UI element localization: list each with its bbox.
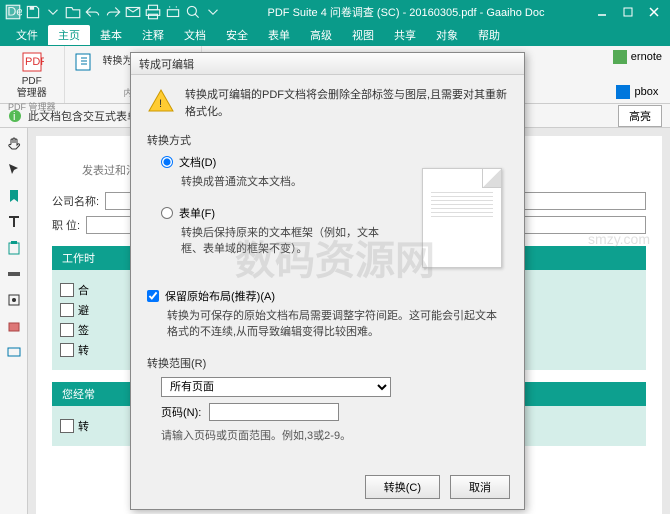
app-icon[interactable]: De	[4, 3, 22, 21]
svg-text:!: !	[159, 98, 162, 110]
minimize-button[interactable]	[590, 2, 614, 22]
convert-dialog: 转成可编辑 ! 转换成可编辑的PDF文档将会删除全部标签与图层,且需要对其重新格…	[130, 52, 525, 510]
search-icon[interactable]	[184, 3, 202, 21]
dialog-body: ! 转换成可编辑的PDF文档将会删除全部标签与图层,且需要对其重新格式化。 转换…	[131, 75, 524, 451]
menu-form[interactable]: 表单	[258, 25, 300, 45]
document-thumbnail	[422, 168, 502, 268]
menu-annotate[interactable]: 注释	[132, 25, 174, 45]
undo-icon[interactable]	[84, 3, 102, 21]
cancel-button[interactable]: 取消	[450, 475, 510, 499]
keep-layout-label: 保留原始布局(推荐)(A)	[165, 288, 275, 304]
pdf-manager-icon: PDF	[20, 50, 44, 74]
evernote-item[interactable]: ernote	[613, 50, 662, 64]
cb-label: 合	[78, 282, 89, 298]
menu-basic[interactable]: 基本	[90, 25, 132, 45]
warning-icon: !	[147, 87, 175, 115]
link-tool[interactable]	[4, 342, 24, 362]
svg-text:PDF: PDF	[25, 56, 44, 68]
sidebar-tools	[0, 128, 28, 514]
stamp-tool[interactable]	[4, 290, 24, 310]
convert-button[interactable]: 转换(C)	[365, 475, 440, 499]
page-number-label: 页码(N):	[161, 404, 201, 420]
redo-icon[interactable]	[104, 3, 122, 21]
hand-tool[interactable]	[4, 134, 24, 154]
keep-layout-desc: 转换为可保存的原始文档布局需要调整字符间距。这可能会引起文本格式的不连续,从而导…	[167, 308, 507, 341]
mail-icon[interactable]	[124, 3, 142, 21]
titlebar: De PDF Suite 4 问卷调查 (SC) - 20160305.pdf …	[0, 0, 670, 24]
bookmark-tool[interactable]	[4, 186, 24, 206]
checkbox[interactable]	[60, 419, 74, 433]
convert-icon	[73, 50, 97, 74]
checkbox[interactable]	[60, 303, 74, 317]
menu-object[interactable]: 对象	[426, 25, 468, 45]
highlight-tool[interactable]	[4, 264, 24, 284]
window-title: PDF Suite 4 问卷调查 (SC) - 20160305.pdf - G…	[222, 4, 590, 20]
range-select[interactable]: 所有页面	[161, 377, 391, 397]
svg-text:i: i	[13, 111, 15, 123]
checkbox[interactable]	[60, 323, 74, 337]
menu-document[interactable]: 文档	[174, 25, 216, 45]
close-button[interactable]	[642, 2, 666, 22]
radio-form-desc: 转换后保持原来的文本框架（例如，文本框、表单域的框架不变）。	[181, 225, 391, 258]
method-label: 转换方式	[147, 132, 508, 148]
dropbox-icon	[616, 85, 630, 99]
radio-document-desc: 转换成普通流文本文档。	[181, 174, 391, 191]
ribbon-group-right: ernote pbox	[605, 46, 670, 103]
position-label: 职 位:	[52, 217, 80, 233]
checkbox[interactable]	[60, 343, 74, 357]
pdf-manager-label: PDF 管理器	[17, 76, 47, 100]
cb-label: 转	[78, 342, 89, 358]
menu-view[interactable]: 视图	[342, 25, 384, 45]
info-icon: i	[8, 109, 22, 123]
menu-advanced[interactable]: 高级	[300, 25, 342, 45]
ribbon-group-manager: PDF PDF 管理器 PDF 管理器	[0, 46, 65, 103]
dropbox-item[interactable]: pbox	[616, 85, 658, 99]
cb-label: 转	[78, 418, 89, 434]
range-label: 转换范围(R)	[147, 355, 508, 371]
keep-layout-checkbox[interactable]	[147, 290, 159, 302]
text-tool[interactable]	[4, 212, 24, 232]
maximize-button[interactable]	[616, 2, 640, 22]
warning-text: 转换成可编辑的PDF文档将会删除全部标签与图层,且需要对其重新格式化。	[185, 87, 508, 120]
menu-share[interactable]: 共享	[384, 25, 426, 45]
quick-access-toolbar: De	[4, 3, 222, 21]
cb-label: 签	[78, 322, 89, 338]
window-controls	[590, 2, 666, 22]
cb-label: 避	[78, 302, 89, 318]
company-label: 公司名称:	[52, 193, 99, 209]
select-tool[interactable]	[4, 160, 24, 180]
radio-document-input[interactable]	[161, 156, 173, 168]
page-number-input[interactable]	[209, 403, 339, 421]
menubar: 文件 主页 基本 注释 文档 安全 表单 高级 视图 共享 对象 帮助	[0, 24, 670, 46]
pdf-manager-button[interactable]: PDF PDF 管理器	[17, 50, 47, 100]
print-icon[interactable]	[144, 3, 162, 21]
save-icon[interactable]	[24, 3, 42, 21]
radio-document-label: 文档(D)	[179, 154, 216, 170]
dialog-title: 转成可编辑	[131, 53, 524, 75]
menu-home[interactable]: 主页	[48, 25, 90, 45]
menu-help[interactable]: 帮助	[468, 25, 510, 45]
svg-text:De: De	[7, 4, 22, 18]
page-hint: 请输入页码或页面范围。例如,3或2-9。	[161, 427, 508, 443]
keep-layout-check[interactable]: 保留原始布局(推荐)(A)	[147, 288, 508, 304]
dropbox-label: pbox	[634, 86, 658, 98]
evernote-label: ernote	[631, 51, 662, 63]
menu-security[interactable]: 安全	[216, 25, 258, 45]
dialog-footer: 转换(C) 取消	[365, 475, 510, 499]
highlight-button[interactable]: 高亮	[618, 105, 662, 127]
dropdown-icon[interactable]	[44, 3, 62, 21]
more-icon[interactable]	[204, 3, 222, 21]
attach-tool[interactable]	[4, 316, 24, 336]
scan-icon[interactable]	[164, 3, 182, 21]
radio-form-input[interactable]	[161, 207, 173, 219]
menu-file[interactable]: 文件	[6, 25, 48, 45]
radio-form-label: 表单(F)	[179, 205, 215, 221]
checkbox[interactable]	[60, 283, 74, 297]
evernote-icon	[613, 50, 627, 64]
clipboard-tool[interactable]	[4, 238, 24, 258]
open-icon[interactable]	[64, 3, 82, 21]
